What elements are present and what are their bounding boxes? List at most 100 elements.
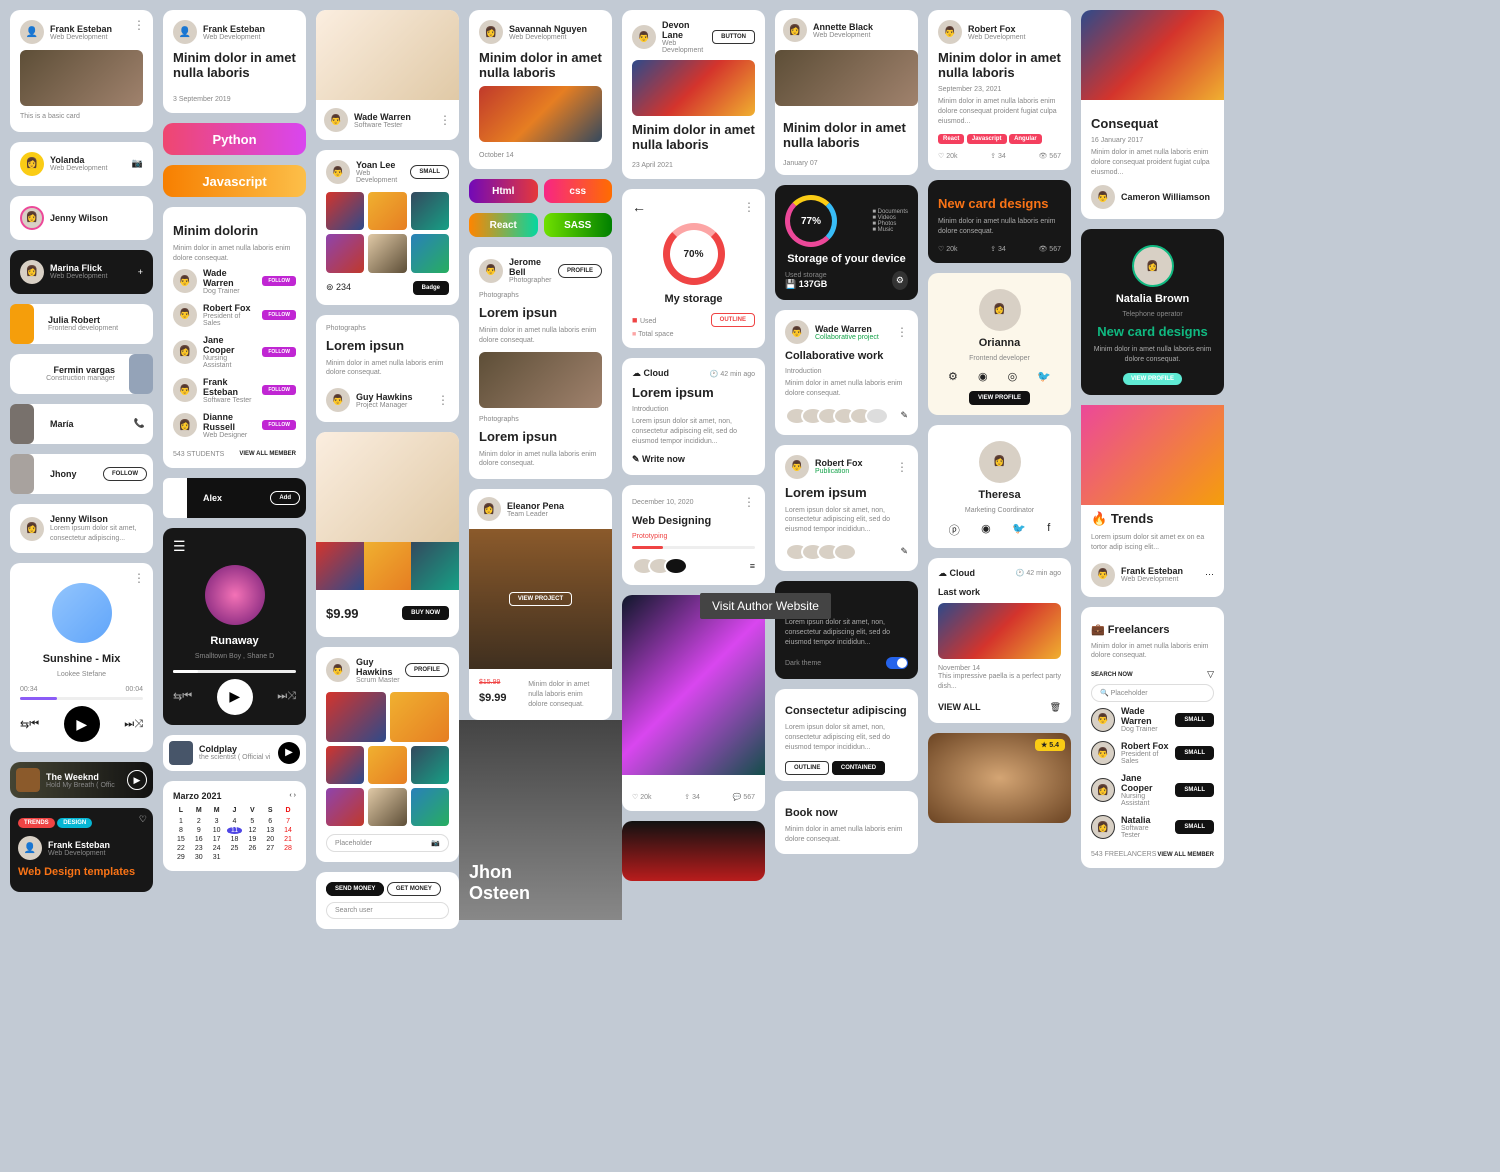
card-image-brushes[interactable]: 👨Wade WarrenSoftware Tester⋮ <box>316 10 459 140</box>
view-project-button[interactable]: VIEW PROJECT <box>509 592 572 606</box>
more-icon[interactable]: ⋮ <box>896 460 908 474</box>
more-icon[interactable]: ⋮ <box>896 325 908 339</box>
card-new-designs-dark[interactable]: New card designs Minim dolor in amet nul… <box>928 180 1071 263</box>
card-profile-orianna[interactable]: 👩 Orianna Frontend developer ⚙◉◎🐦 VIEW P… <box>928 273 1071 415</box>
card-freelancers[interactable]: 💼 Freelancers Minim dolor in amet nulla … <box>1081 607 1224 869</box>
prev-icon[interactable]: ⏮ <box>182 690 192 703</box>
card-money[interactable]: SEND MONEY GET MONEY Search user <box>316 872 459 929</box>
card-calendar[interactable]: Marzo 2021‹ › LMMJVSD 123456789101112131… <box>163 781 306 871</box>
back-icon[interactable]: ← <box>632 199 646 215</box>
member-row[interactable]: 👨Robert FoxPresident of SalesFOLLOW <box>173 299 296 331</box>
pill-react[interactable]: React <box>469 213 538 237</box>
heart-icon[interactable]: ♡ <box>139 814 147 825</box>
likes[interactable]: ♡ 20k <box>938 245 958 253</box>
more-icon[interactable]: ⋮ <box>437 393 449 407</box>
view-all-button[interactable]: VIEW ALL MEMBER <box>1157 852 1214 858</box>
card-user-maria[interactable]: María 📞 <box>10 404 153 444</box>
button[interactable]: BUTTON <box>712 30 755 44</box>
pill-javascript[interactable]: Javascript <box>163 165 306 197</box>
trash-icon[interactable]: 🗑 <box>1050 702 1061 713</box>
card-post-consequat[interactable]: Consequat 16 January 2017 Minim dolor in… <box>1081 10 1224 219</box>
shuffle-icon[interactable]: ⤨ <box>287 690 296 703</box>
play-button[interactable]: ▶ <box>64 706 100 742</box>
card-post-lorem-guy[interactable]: Photographs Lorem ipsun Minim dolor in a… <box>316 315 459 423</box>
social-icons[interactable]: ⓟ◉🐦f <box>938 522 1061 538</box>
follow-button[interactable]: FOLLOW <box>262 310 296 320</box>
play-button[interactable]: ▶ <box>278 742 300 764</box>
pill-html[interactable]: Html <box>469 179 538 203</box>
card-user-alex[interactable]: Alex Add <box>163 478 306 518</box>
card-gallery-yoan[interactable]: 👨Yoan LeeWeb DevelopmentSMALL ⊚ 234Badge <box>316 150 459 305</box>
card-music-runaway[interactable]: ☰ Runaway Smalltown Boy , Shane D ⇆⏮ ▶ ⏭… <box>163 528 306 725</box>
card-trends[interactable]: 🔥 Trends Lorem ipsum dolor sit amet ex o… <box>1081 405 1224 597</box>
github-icon[interactable]: ◉ <box>978 370 988 383</box>
card-user-jhony[interactable]: Jhony FOLLOW <box>10 454 153 494</box>
card-user-yolanda[interactable]: 👩YolandaWeb Development 📷 <box>10 142 153 186</box>
menu-icon[interactable]: ☰ <box>173 538 296 555</box>
card-book-now[interactable]: Book now Minim dolor in amet nulla labor… <box>775 791 918 855</box>
card-storage[interactable]: ←⋮ 70% My storage ■ UsedOUTLINE ■ Total … <box>622 189 765 348</box>
small-button[interactable]: SMALL <box>410 165 449 179</box>
progress-bar[interactable] <box>20 697 143 700</box>
pill-python[interactable]: Python <box>163 123 306 155</box>
likes[interactable]: ♡ 20k <box>938 152 958 160</box>
views[interactable]: 👁 567 <box>1038 245 1061 253</box>
member-row[interactable]: 👨Frank EstebanSoftware TesterFOLLOW <box>173 373 296 408</box>
card-hero-jhon[interactable]: Jhon Osteen <box>469 730 612 920</box>
more-icon[interactable]: ⋮ <box>439 113 451 127</box>
profile-button[interactable]: PROFILE <box>558 264 602 278</box>
camera-icon[interactable]: 📷 <box>431 839 440 847</box>
calendar-body[interactable]: 1234567891011121314151617181920212223242… <box>173 818 296 861</box>
freelancer-row[interactable]: 👩Jane CooperNursing AssistantSMALL <box>1091 769 1214 811</box>
prev-month-icon[interactable]: ‹ <box>289 792 291 799</box>
small-button[interactable]: SMALL <box>1175 820 1214 834</box>
contained-button[interactable]: CONTAINED <box>832 761 885 775</box>
card-publication[interactable]: 👨Robert FoxPublication⋮ Lorem ipsum Lore… <box>775 445 918 571</box>
twitter-icon[interactable]: 🐦 <box>1012 522 1026 538</box>
small-button[interactable]: SMALL <box>1175 713 1214 727</box>
camera-icon[interactable]: 📷 <box>132 158 143 169</box>
card-project-eleanor[interactable]: 👩Eleanor PenaTeam Leader VIEW PROJECT $1… <box>469 489 612 720</box>
view-profile-button[interactable]: VIEW PROFILE <box>1123 373 1182 385</box>
card-image-stats[interactable]: ♡ 20k⇪ 34💬 567 <box>622 595 765 811</box>
view-all-button[interactable]: VIEW ALL <box>938 702 981 712</box>
twitter-icon[interactable]: 🐦 <box>1037 370 1051 383</box>
next-icon[interactable]: ⏭ <box>277 690 287 703</box>
profile-button[interactable]: PROFILE <box>405 663 449 677</box>
freelancer-row[interactable]: 👩NataliaSoftware TesterSMALL <box>1091 811 1214 843</box>
phone-icon[interactable]: 📞 <box>126 410 153 437</box>
follow-button[interactable]: FOLLOW <box>262 385 296 395</box>
card-music-sunshine[interactable]: ⋮ Sunshine - Mix Lookee Stefane 00:3400:… <box>10 563 153 752</box>
search-placeholder[interactable]: Placeholder <box>335 840 372 847</box>
send-money-button[interactable]: SEND MONEY <box>326 882 384 896</box>
card-gallery-guy[interactable]: 👨Guy HawkinsScrum MasterPROFILE Placehol… <box>316 647 459 862</box>
follow-button[interactable]: FOLLOW <box>262 276 296 286</box>
facebook-icon[interactable]: f <box>1047 522 1050 538</box>
small-button[interactable]: SMALL <box>1175 783 1214 797</box>
member-row[interactable]: 👨Wade WarrenDog TrainerFOLLOW <box>173 264 296 299</box>
add-button[interactable]: Add <box>270 491 300 505</box>
search-input[interactable]: Placeholder <box>1111 690 1148 697</box>
filter-icon[interactable]: ▽ <box>1207 669 1214 680</box>
settings-icon[interactable]: ⚙ <box>948 370 958 383</box>
outline-button[interactable]: OUTLINE <box>785 761 829 775</box>
social-icons[interactable]: ⚙◉◎🐦 <box>938 370 1061 383</box>
shuffle-icon[interactable]: ⤨ <box>134 718 143 731</box>
view-all-button[interactable]: VIEW ALL MEMBER <box>239 451 296 457</box>
follow-button[interactable]: FOLLOW <box>262 347 296 357</box>
next-month-icon[interactable]: › <box>294 792 296 799</box>
card-consectetur[interactable]: Consectetur adipiscing Lorem ipsun dolor… <box>775 689 918 780</box>
card-user-jenny-text[interactable]: 👩Jenny WilsonLorem ipsum dolor sit amet,… <box>10 504 153 554</box>
card-post-devon[interactable]: 👨Devon LaneWeb DevelopmentBUTTON Minim d… <box>622 10 765 179</box>
gear-icon[interactable]: ⚙ <box>892 271 908 290</box>
card-post-minim[interactable]: 👤Frank EstebanWeb Development Minim dolo… <box>163 10 306 113</box>
card-user-fermin[interactable]: Fermin vargasConstruction manager <box>10 354 153 394</box>
prev-icon[interactable]: ⏮ <box>29 718 39 731</box>
card-post-annette[interactable]: 👩Annette BlackWeb Development Minim dolo… <box>775 10 918 175</box>
card-profile-theresa[interactable]: 👩 Theresa Marketing Coordinator ⓟ◉🐦f <box>928 425 1071 548</box>
card-storage-dark[interactable]: 77% ■ Documents■ Videos■ Photos■ Music S… <box>775 185 918 300</box>
get-money-button[interactable]: GET MONEY <box>387 882 441 896</box>
follow-button[interactable]: FOLLOW <box>262 420 296 430</box>
card-user-jenny[interactable]: 👩 Jenny Wilson <box>10 196 153 240</box>
pinterest-icon[interactable]: ⓟ <box>949 522 960 538</box>
